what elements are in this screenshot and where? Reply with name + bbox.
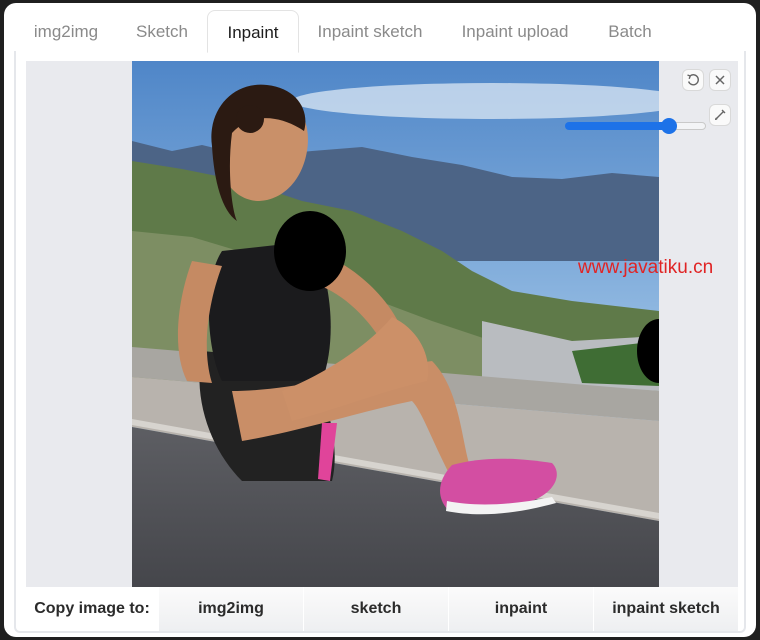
watermark-text: www.javatiku.cn <box>578 257 714 278</box>
tab-bar: img2img Sketch Inpaint Inpaint sketch In… <box>4 3 756 53</box>
copy-to-sketch-button[interactable]: sketch <box>303 587 448 631</box>
tab-inpaint-sketch[interactable]: Inpaint sketch <box>304 10 436 53</box>
undo-icon <box>687 74 699 86</box>
brush-icon <box>715 109 726 120</box>
tab-inpaint[interactable]: Inpaint <box>207 10 299 53</box>
tab-batch[interactable]: Batch <box>594 10 666 53</box>
tab-sketch[interactable]: Sketch <box>122 10 202 53</box>
slider-thumb[interactable] <box>661 118 677 134</box>
tab-img2img[interactable]: img2img <box>16 10 116 53</box>
copy-image-label: Copy image to: <box>26 587 158 631</box>
photo-woman-sitting <box>132 61 659 587</box>
undo-button[interactable] <box>682 69 704 91</box>
inpaint-image[interactable] <box>132 61 659 587</box>
copy-to-inpaint-button[interactable]: inpaint <box>448 587 593 631</box>
brush-button[interactable] <box>709 104 731 126</box>
copy-image-bar: Copy image to: img2img sketch inpaint in… <box>26 587 738 631</box>
copy-to-inpaint-sketch-button[interactable]: inpaint sketch <box>593 587 738 631</box>
copy-to-img2img-button[interactable]: img2img <box>158 587 303 631</box>
slider-fill <box>565 122 671 130</box>
tab-inpaint-upload[interactable]: Inpaint upload <box>445 10 585 53</box>
inpaint-canvas[interactable]: www.javatiku.cn <box>26 61 738 587</box>
brush-size-slider[interactable] <box>565 118 706 134</box>
clear-button[interactable] <box>709 69 731 91</box>
inpaint-panel: www.javatiku.cn Copy image to: img2img s… <box>14 51 746 633</box>
img2img-panel: img2img Sketch Inpaint Inpaint sketch In… <box>4 3 756 637</box>
close-icon <box>715 75 725 85</box>
